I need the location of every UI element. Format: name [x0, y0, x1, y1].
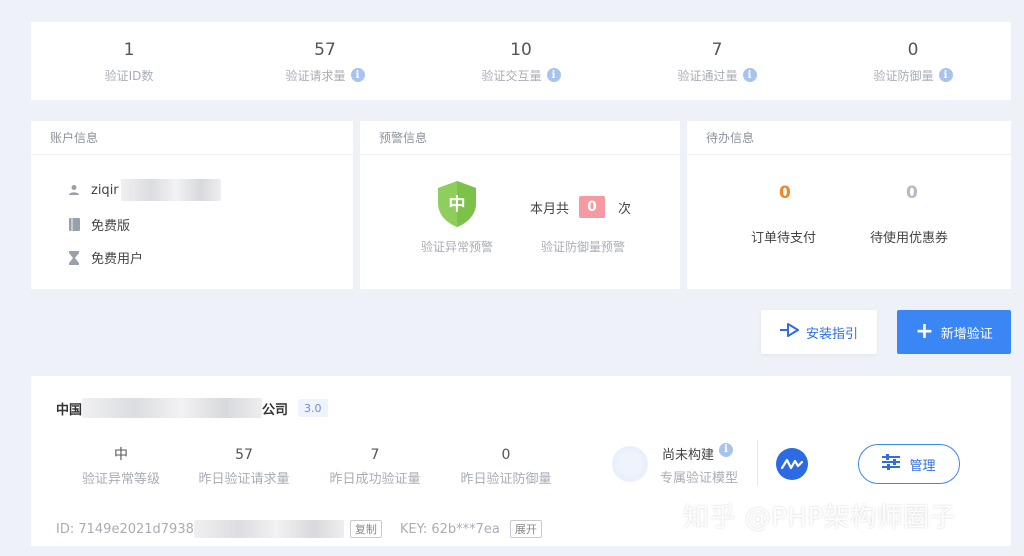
project-title: 中国 公司 3.0 [56, 398, 328, 418]
stat-value: 0 [907, 39, 919, 60]
user-icon [68, 183, 80, 197]
stat-label-text: 验证ID数 [104, 68, 154, 83]
account-user-type-row: 免费用户 [68, 248, 143, 267]
watermark: 知乎 @PHP架构师圈子 [683, 503, 957, 533]
month-suffix: 次 [618, 201, 632, 217]
copy-button[interactable]: 复制 [349, 520, 382, 538]
account-plan-row: 免费版 [68, 215, 130, 234]
pulse-chart-icon[interactable] [776, 448, 808, 480]
hourglass-icon [68, 250, 80, 265]
model-circle-icon [612, 446, 648, 482]
stat-value: 1 [123, 39, 135, 60]
model-status: 尚未构建 i [662, 442, 734, 463]
project-stat-requests: 57 昨日验证请求量 [174, 446, 314, 487]
sliders-icon [882, 454, 901, 474]
project-stat-label: 昨日验证防御量 [460, 472, 552, 487]
project-id: ID: 7149e2021d7938 [56, 521, 194, 537]
stat-value: 10 [510, 39, 532, 60]
project-name-prefix: 中国 [56, 402, 83, 418]
project-key: KEY: 62b***7ea [399, 521, 500, 537]
manage-label: 管理 [909, 458, 936, 474]
todo-info-panel: 待办信息 0 订单待支付 0 待使用优惠券 [687, 121, 1011, 289]
defense-warning-label: 验证防御量预警 [541, 240, 626, 254]
install-guide-label: 安装指引 [805, 326, 858, 342]
info-icon[interactable]: i [938, 68, 953, 82]
project-stat-value: 7 [370, 447, 380, 463]
project-stat-label: 昨日验证请求量 [198, 472, 290, 487]
stat-label: 验证请求量 i [285, 67, 365, 84]
stat-label-text: 验证交互量 [481, 68, 542, 83]
warning-level: 中 [449, 194, 466, 215]
account-username: ziqir [91, 182, 119, 198]
stat-label: 验证ID数 [105, 67, 154, 84]
redacted-username [120, 179, 221, 201]
warning-count-badge: 0 [579, 196, 606, 218]
stats-card: 1 验证ID数 57 验证请求量 i 10 验证交互量 i 7 验证通过量 i 0 验… [31, 22, 1011, 100]
vertical-divider [757, 440, 758, 486]
stat-value: 57 [314, 39, 336, 60]
project-stat-value: 57 [235, 447, 253, 463]
project-stat-defense: 0 昨日验证防御量 [436, 446, 576, 487]
project-stat-anomaly-level: 中 验证异常等级 [51, 446, 191, 487]
stat-defense-count: 0 验证防御量 i [815, 22, 1011, 100]
account-info-panel: 账户信息 ziqir 免费版 免费用户 [31, 121, 353, 289]
play-arrow-icon [779, 322, 800, 342]
model-status-text: 尚未构建 [662, 448, 715, 463]
redacted-id [193, 520, 344, 538]
add-verification-label: 新增验证 [940, 326, 993, 342]
stat-label: 验证防御量 i [873, 67, 953, 84]
warning-level-label: 验证异常预警 [421, 240, 494, 254]
account-user-type: 免费用户 [91, 252, 144, 267]
book-icon [68, 218, 80, 232]
expand-button[interactable]: 展开 [509, 520, 542, 538]
stat-label: 验证通过量 i [677, 67, 757, 84]
info-icon[interactable]: i [546, 68, 561, 82]
install-guide-button[interactable]: 安装指引 [761, 310, 877, 354]
stat-pass-count: 7 验证通过量 i [619, 22, 815, 100]
month-prefix: 本月共 [530, 201, 570, 217]
project-name-suffix: 公司 [262, 402, 289, 418]
project-stat-value: 中 [114, 447, 128, 463]
pending-orders-label[interactable]: 订单待支付 [751, 227, 816, 246]
stat-value: 7 [711, 39, 723, 60]
account-plan: 免费版 [91, 219, 131, 234]
redacted-project-name [82, 398, 263, 418]
info-icon[interactable]: i [719, 442, 734, 457]
project-stat-success: 7 昨日成功验证量 [305, 446, 445, 487]
version-badge: 3.0 [298, 399, 328, 417]
project-credentials: ID: 7149e2021d7938 复制 KEY: 62b***7ea 展开 [56, 520, 542, 538]
pending-orders-count[interactable]: 0 [779, 183, 791, 203]
model-label: 专属验证模型 [660, 471, 739, 486]
warning-info-panel: 预警信息 中 验证异常预警 本月共 0 次 验证防御量预警 [360, 121, 680, 289]
stat-interaction-count: 10 验证交互量 i [423, 22, 619, 100]
plus-icon: + [915, 319, 934, 344]
shield-icon: 中 [436, 180, 478, 232]
stat-id-count: 1 验证ID数 [31, 22, 227, 100]
stat-request-count: 57 验证请求量 i [227, 22, 423, 100]
panel-title: 账户信息 [31, 121, 353, 155]
panel-title: 预警信息 [360, 121, 680, 155]
monthly-warning-count: 本月共 0 次 [530, 196, 631, 218]
stat-label: 验证交互量 i [481, 67, 561, 84]
unused-coupons-label[interactable]: 待使用优惠券 [870, 227, 948, 246]
account-username-row: ziqir [68, 179, 221, 201]
add-verification-button[interactable]: + 新增验证 [897, 310, 1011, 354]
info-icon[interactable]: i [742, 68, 757, 82]
project-stat-label: 昨日成功验证量 [329, 472, 421, 487]
info-icon[interactable]: i [350, 68, 365, 82]
stat-label-text: 验证防御量 [873, 68, 934, 83]
stat-label-text: 验证通过量 [677, 68, 738, 83]
manage-button[interactable]: 管理 [858, 444, 960, 484]
project-stat-label: 验证异常等级 [81, 472, 160, 487]
project-stat-value: 0 [501, 447, 511, 463]
panel-title: 待办信息 [687, 121, 1011, 155]
stat-label-text: 验证请求量 [285, 68, 346, 83]
unused-coupons-count[interactable]: 0 [906, 183, 918, 203]
